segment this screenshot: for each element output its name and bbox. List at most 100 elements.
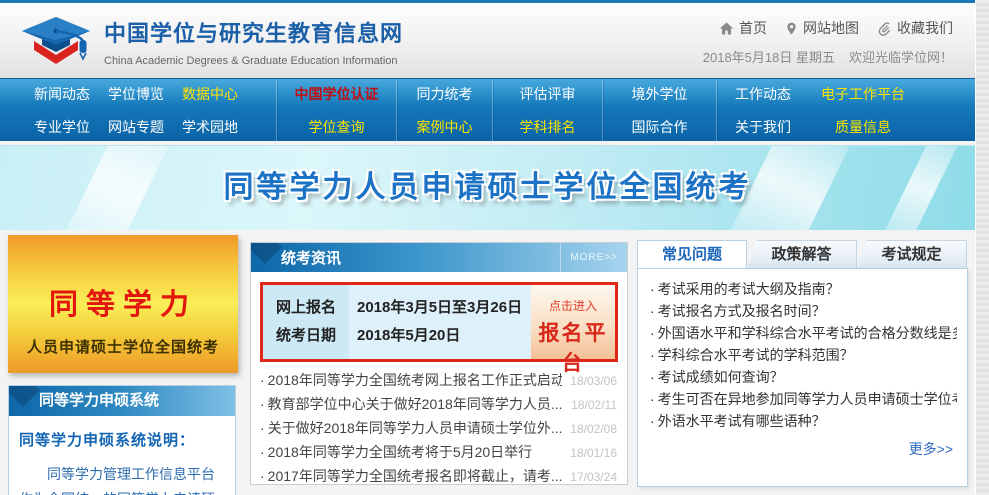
nav-group-6: 工作动态 关于我们 电子工作平台 质量信息 [717, 79, 975, 141]
main-nav: 新闻动态 专业学位 学位博览 网站专题 数据中心 学术园地 中国学位认证 学位查… [0, 78, 975, 141]
news-item-title: 教育部学位中心关于做好2018年同等学力人员... [260, 393, 563, 416]
signup-value-examdate: 2018年5月20日 [357, 327, 461, 344]
faq-item[interactable]: 外国语水平和学科综合水平考试的合格分数线是多少？ [650, 322, 957, 344]
brand-block: 中国学位与研究生教育信息网 China Academic Degrees & G… [104, 16, 403, 67]
current-date: 2018年5月18日 星期五 [702, 50, 835, 65]
system-box-header: 同等学力申硕系统 [9, 386, 235, 416]
signup-label-online: 网上报名 [276, 299, 337, 316]
nav-column: 境外学位 国际合作 [632, 84, 688, 137]
home-link-label: 首页 [739, 20, 767, 36]
nav-link[interactable]: 网站专题 [108, 117, 164, 137]
nav-column: 中国学位认证 学位查询 [295, 84, 379, 137]
site-subtitle: China Academic Degrees & Graduate Educat… [104, 55, 398, 67]
welcome-text: 欢迎光临学位网！ [848, 50, 953, 65]
tab-exam-rules[interactable]: 考试规定 [857, 240, 967, 268]
news-item-title: 2018年同等学力全国统考将于5月20日举行 [260, 441, 562, 464]
faq-item[interactable]: 考生可否在异地参加同等学力人员申请硕士学位考试？ [650, 388, 957, 410]
signup-button-label: 报名平台 [538, 322, 608, 375]
header-utility: 首页 网站地图 收藏我们 2018年5月18日 星期五 欢迎光临学位网！ [703, 18, 953, 66]
sitemap-link-label: 网站地图 [803, 20, 859, 36]
map-pin-icon [785, 21, 798, 36]
nav-link[interactable]: 关于我们 [735, 117, 791, 137]
nav-column: 电子工作平台 质量信息 [821, 84, 905, 137]
nav-group-3: 同力统考 案例中心 [397, 79, 493, 141]
nav-link[interactable]: 境外学位 [632, 84, 688, 104]
date-line: 2018年5月18日 星期五 欢迎光临学位网！ [703, 47, 953, 66]
news-item-date: 18/01/16 [570, 446, 617, 460]
news-more-link[interactable]: MORE>> [560, 243, 627, 272]
news-item-title: 2017年同等学力全国统考报名即将截止，请考... [260, 465, 563, 488]
faq-item[interactable]: 考试采用的考试大纲及指南？ [650, 278, 957, 300]
promo-subtitle: 人员申请硕士学位全国统考 [26, 339, 219, 356]
page-edge [975, 0, 989, 495]
site-title: 中国学位与研究生教育信息网 [104, 21, 404, 46]
shuoshi-system-box: 同等学力申硕系统 同等学力申硕系统说明： 同等学力管理工作信息平台作为全国统一的… [8, 385, 236, 495]
sidebar-exam-promo[interactable]: 同等学力 人员申请硕士学位全国统考 [8, 235, 238, 373]
signup-values: 2018年3月5日至3月26日 2018年5月20日 [349, 285, 531, 359]
nav-column: 工作动态 关于我们 [735, 84, 791, 137]
quick-links: 首页 网站地图 收藏我们 [703, 18, 953, 38]
home-link[interactable]: 首页 [719, 18, 767, 38]
nav-column: 学位博览 网站专题 [108, 84, 164, 137]
nav-link[interactable]: 学位博览 [108, 84, 164, 104]
main-content: 同等学力 人员申请硕士学位全国统考 同等学力申硕系统 同等学力申硕系统说明： 同… [0, 232, 975, 495]
signup-platform-button[interactable]: 点击进入 报名平台 [531, 285, 615, 375]
nav-group-5: 境外学位 国际合作 [603, 79, 717, 141]
faq-item[interactable]: 学科综合水平考试的学科范围？ [650, 344, 957, 366]
news-panel-header: 统考资讯 MORE>> [251, 243, 627, 272]
nav-link[interactable]: 学科排名 [520, 117, 576, 137]
nav-link[interactable]: 国际合作 [632, 117, 688, 137]
nav-link[interactable]: 质量信息 [821, 117, 905, 137]
system-description-text: 同等学力管理工作信息平台作为全国统一的同等学力申请硕士学位工作信 [19, 466, 215, 495]
faq-panel: 常见问题 政策解答 考试规定 考试采用的考试大纲及指南？ 考试报名方式及报名时间… [637, 240, 968, 487]
nav-group-2: 中国学位认证 学位查询 [277, 79, 397, 141]
tab-common-questions[interactable]: 常见问题 [637, 240, 747, 268]
graduation-cap-icon [14, 17, 100, 75]
tab-policy-answers[interactable]: 政策解答 [747, 240, 857, 268]
nav-link[interactable]: 数据中心 [182, 84, 238, 104]
nav-link[interactable]: 中国学位认证 [295, 84, 379, 104]
exam-banner[interactable]: 同等学力人员申请硕士学位全国统考 [0, 145, 975, 230]
nav-link[interactable]: 学术园地 [182, 117, 238, 137]
news-item-date: 18/02/08 [570, 422, 617, 436]
faq-item[interactable]: 外语水平考试有哪些语种？ [650, 410, 957, 432]
nav-column: 评估评审 学科排名 [520, 84, 576, 137]
signup-label-examdate: 统考日期 [276, 327, 337, 344]
nav-link[interactable]: 案例中心 [417, 117, 473, 137]
news-item-date: 18/02/11 [571, 398, 617, 412]
faq-item[interactable]: 考试报名方式及报名时间？ [650, 300, 957, 322]
news-item[interactable]: 教育部学位中心关于做好2018年同等学力人员... 18/02/11 [260, 393, 617, 417]
nav-column: 新闻动态 专业学位 [34, 84, 90, 137]
nav-link[interactable]: 评估评审 [520, 84, 576, 104]
nav-column: 同力统考 案例中心 [417, 84, 473, 137]
faq-tabs: 常见问题 政策解答 考试规定 [637, 240, 968, 268]
page: 中国学位与研究生教育信息网 China Academic Degrees & G… [0, 0, 989, 495]
signup-button-caption: 点击进入 [548, 299, 597, 313]
nav-link[interactable]: 电子工作平台 [821, 84, 905, 104]
bookmark-link[interactable]: 收藏我们 [877, 18, 953, 38]
faq-item[interactable]: 考试成绩如何查询？ [650, 366, 957, 388]
faq-more-link[interactable]: 更多>> [650, 439, 957, 459]
signup-labels: 网上报名 统考日期 [263, 285, 349, 359]
signup-value-online: 2018年3月5日至3月26日 [357, 299, 523, 316]
news-item[interactable]: 2018年同等学力全国统考将于5月20日举行 18/01/16 [260, 441, 617, 465]
news-item-title: 2018年同等学力全国统考网上报名工作正式启动 [260, 369, 563, 392]
exam-news-panel: 统考资讯 MORE>> 网上报名 统考日期 2018年3月5日至3月26日 20… [250, 242, 628, 485]
signup-info-box: 网上报名 统考日期 2018年3月5日至3月26日 2018年5月20日 点击进… [260, 282, 618, 375]
nav-link[interactable]: 工作动态 [735, 84, 791, 104]
news-item[interactable]: 2017年同等学力全国统考报名即将截止，请考... 17/03/24 [260, 465, 617, 489]
nav-link[interactable]: 同力统考 [417, 84, 473, 104]
bookmark-link-label: 收藏我们 [897, 20, 953, 36]
nav-link[interactable]: 学位查询 [295, 117, 379, 137]
site-logo[interactable] [14, 11, 100, 71]
nav-group-4: 评估评审 学科排名 [493, 79, 603, 141]
news-list: 2018年同等学力全国统考网上报名工作正式启动 18/03/06 教育部学位中心… [251, 362, 627, 489]
faq-content: 考试采用的考试大纲及指南？ 考试报名方式及报名时间？ 外国语水平和学科综合水平考… [637, 268, 968, 487]
news-item-title: 关于做好2018年同等学力人员申请硕士学位外... [260, 417, 563, 440]
sitemap-link[interactable]: 网站地图 [785, 18, 859, 38]
nav-link[interactable]: 新闻动态 [34, 84, 90, 104]
nav-link[interactable]: 专业学位 [34, 117, 90, 137]
news-item[interactable]: 关于做好2018年同等学力人员申请硕士学位外... 18/02/08 [260, 417, 617, 441]
news-item-date: 17/03/24 [570, 470, 617, 484]
news-item-date: 18/03/06 [570, 374, 617, 388]
